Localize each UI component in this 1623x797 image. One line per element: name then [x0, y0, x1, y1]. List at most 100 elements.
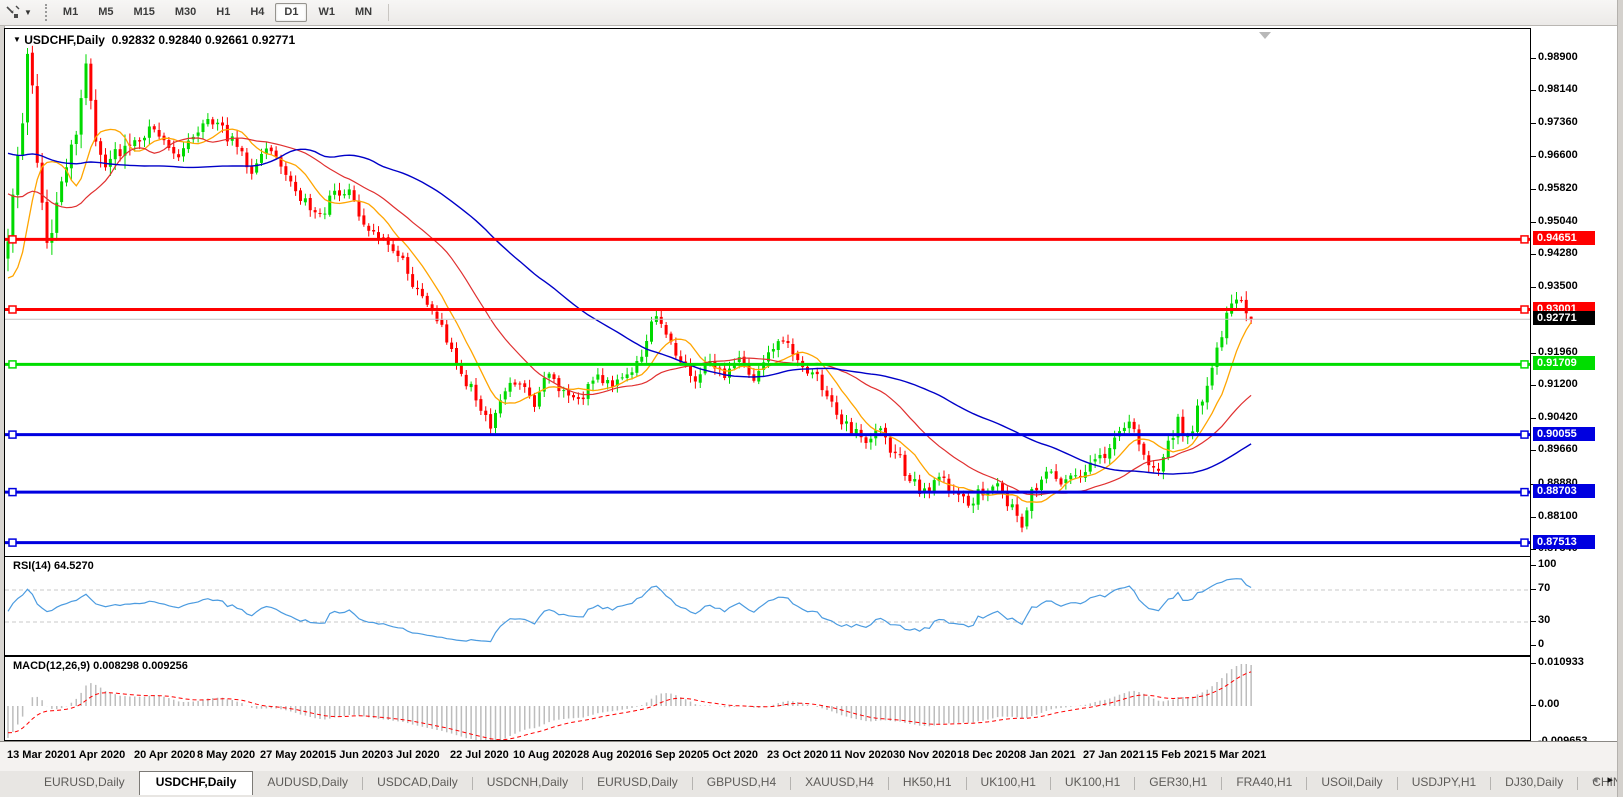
level-line-handle[interactable] [8, 360, 17, 369]
chart-tab-AUDUSD-Daily[interactable]: AUDUSD,Daily [253, 771, 362, 794]
candle [50, 219, 54, 255]
chart-line-studies-icon[interactable] [4, 4, 22, 22]
ma-line-fast [7, 128, 1252, 503]
timeframe-button-M1[interactable]: M1 [54, 3, 87, 22]
chart-tab-XAUUSD-H4[interactable]: XAUUSD,H4 [791, 771, 888, 794]
candle [849, 417, 853, 436]
level-line-handle[interactable] [1520, 360, 1529, 369]
dropdown-caret-icon[interactable]: ▼ [22, 8, 37, 17]
level-line-handle[interactable] [8, 305, 17, 314]
timeframe-button-H1[interactable]: H1 [207, 3, 239, 22]
chart-tab-UK100-H1[interactable]: UK100,H1 [1051, 771, 1134, 794]
candle [615, 374, 619, 393]
candle [30, 45, 34, 94]
level-line-handle[interactable] [8, 487, 17, 497]
candle [845, 415, 848, 432]
candle [308, 193, 312, 217]
tab-scroll-right-icon[interactable]: ▸ [1607, 775, 1613, 786]
chart-tab-HK50-H1[interactable]: HK50,H1 [889, 771, 966, 794]
chart-tab-USOil-Daily[interactable]: USOil,Daily [1307, 771, 1396, 794]
date-axis-label: 1 Apr 2020 [70, 749, 126, 761]
symbol-dropdown-caret-icon[interactable]: ▼ [13, 35, 21, 44]
candle [810, 369, 814, 379]
timeframe-button-W1[interactable]: W1 [309, 3, 344, 22]
main-chart-pane[interactable]: ▼ USDCHF,Daily 0.92832 0.92840 0.92661 0… [4, 28, 1531, 557]
candle [825, 385, 829, 400]
price-tick-mark [1531, 517, 1536, 518]
level-line-handle[interactable] [8, 430, 17, 439]
rsi-tick-mark [1531, 645, 1536, 646]
tab-scroll-left-icon[interactable]: ◂ [1592, 775, 1598, 786]
candle [294, 175, 298, 196]
candle [1166, 433, 1170, 461]
level-line-handle[interactable] [1520, 430, 1529, 439]
candle [240, 145, 244, 156]
rsi-tick-mark [1531, 621, 1536, 622]
date-axis-label: 27 Jan 2021 [1083, 749, 1145, 761]
candle [693, 370, 697, 389]
level-line-handle[interactable] [1520, 538, 1529, 547]
candle [396, 245, 400, 263]
chart-tab-bar: EURUSD,Daily USDCHF,Daily AUDUSD,Daily USDC… [0, 771, 1617, 797]
candle [1225, 306, 1229, 345]
rsi-label: RSI(14) 64.5270 [13, 560, 94, 572]
chart-tab-EURUSD-Daily[interactable]: EURUSD,Daily [30, 771, 139, 794]
candle [352, 185, 356, 202]
candle [898, 447, 902, 458]
chart-tab-USDCAD-Daily[interactable]: USDCAD,Daily [363, 771, 472, 794]
candle [820, 369, 824, 397]
rsi-indicator-pane[interactable]: RSI(14) 64.5270 [4, 556, 1531, 656]
candle [567, 384, 571, 403]
timeframe-button-MN[interactable]: MN [346, 3, 381, 22]
macd-tick-mark [1531, 663, 1536, 664]
chart-shift-marker-icon[interactable] [1259, 32, 1271, 39]
candle [479, 395, 483, 415]
timeframe-button-M5[interactable]: M5 [89, 3, 122, 22]
candle [640, 349, 644, 364]
candle [1244, 291, 1248, 322]
timeframe-button-M30[interactable]: M30 [166, 3, 205, 22]
timeframe-button-H4[interactable]: H4 [241, 3, 273, 22]
date-axis-label: 5 Oct 2020 [703, 749, 759, 761]
chart-tab-GER30-H1[interactable]: GER30,H1 [1135, 771, 1221, 794]
candle [362, 208, 366, 227]
level-line-handle[interactable] [8, 538, 17, 547]
level-line-handle[interactable] [1520, 305, 1529, 314]
window-right-strip[interactable] [1617, 0, 1623, 797]
chart-tab-EURUSD-Daily[interactable]: EURUSD,Daily [583, 771, 692, 794]
chart-tab-UK100-H1[interactable]: UK100,H1 [967, 771, 1050, 794]
level-line-handle[interactable] [1520, 487, 1529, 497]
timeframe-button-M15[interactable]: M15 [124, 3, 163, 22]
macd-tick-mark [1531, 705, 1536, 706]
candle [1205, 377, 1209, 410]
chart-tab-DJ30-Daily[interactable]: DJ30,Daily [1491, 771, 1577, 794]
candle [333, 183, 337, 200]
price-axis-tick: 0.90420 [1538, 411, 1578, 423]
chart-tab-FRA40-H1[interactable]: FRA40,H1 [1222, 771, 1306, 794]
chart-tab-USDJPY-H1[interactable]: USDJPY,H1 [1398, 771, 1490, 794]
chart-tab-GBPUSD-H4[interactable]: GBPUSD,H4 [693, 771, 790, 794]
chart-tab-USDCHF-Daily[interactable]: USDCHF,Daily [138, 771, 254, 795]
candlestick-chart[interactable] [5, 29, 1530, 556]
candle [1059, 476, 1063, 487]
candle [654, 309, 658, 325]
price-tick-mark [1531, 222, 1536, 223]
candle [35, 74, 39, 168]
timeframe-button-D1[interactable]: D1 [275, 3, 308, 22]
date-axis-label: 5 Mar 2021 [1210, 749, 1267, 761]
level-line-handle[interactable] [1520, 235, 1529, 244]
macd-chart[interactable] [5, 657, 1530, 740]
date-axis-label: 20 Apr 2020 [134, 749, 196, 761]
candle [1049, 469, 1053, 474]
level-line-handle[interactable] [8, 235, 17, 244]
price-axis-tick: 0.98140 [1538, 83, 1578, 95]
rsi-axis-tick: 100 [1538, 558, 1557, 570]
rsi-chart[interactable] [5, 557, 1530, 655]
toolbar-grip-handle[interactable] [44, 4, 47, 21]
candle [89, 58, 93, 110]
candle [669, 331, 673, 345]
chart-tab-USDCNH-Daily[interactable]: USDCNH,Daily [473, 771, 582, 794]
macd-indicator-pane[interactable]: MACD(12,26,9) 0.008298 0.009256 [4, 656, 1531, 741]
candle [69, 139, 73, 180]
candle [1176, 413, 1180, 445]
